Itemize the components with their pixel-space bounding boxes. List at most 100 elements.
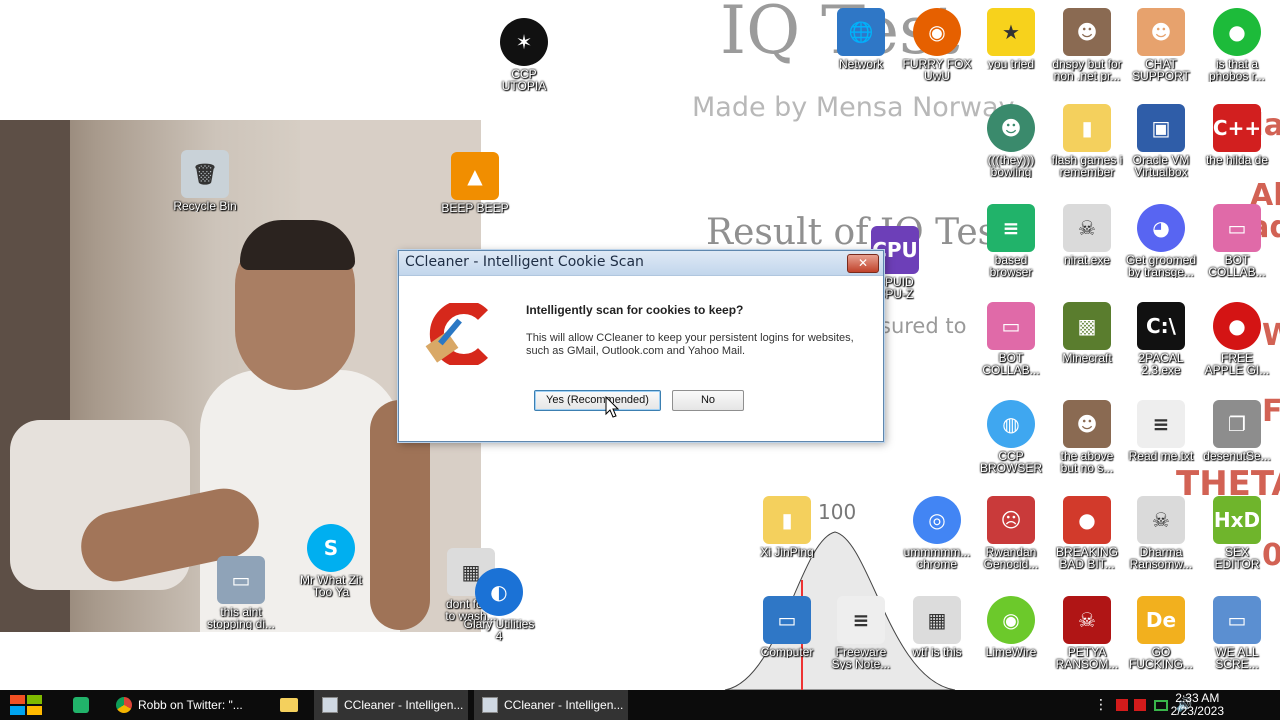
firefox-icon: ◉ [913,8,961,56]
desktop-icon[interactable]: ☹ Rwandan Genocid... [968,496,1054,570]
apple-icon: ● [1213,302,1261,350]
close-button[interactable]: ✕ [847,254,879,273]
computer-icon: ▭ [1213,596,1261,644]
desktop-icon-label: (((they))) bowling [987,154,1035,178]
desktop-icon[interactable]: ● is that a phobos r... [1194,8,1280,82]
desktop-icon[interactable]: ▭ this aint stopping di... [198,556,284,630]
skull-red-icon: ☠ [1063,596,1111,644]
dialog-question: Intelligently scan for cookies to keep? [526,303,744,317]
taskbar-button-label: CCleaner - Intelligen... [504,698,624,712]
chat-bubble-icon: ● [1213,8,1261,56]
taskbar-button-label: CCleaner - Intelligen... [344,698,464,712]
wallpaper-subtitle: Made by Mensa Norway [692,92,1015,123]
after-effects-icon: De [1137,596,1185,644]
taskbar-button-ccleaner-1[interactable]: CCleaner - Intelligen... [314,690,468,720]
document-green-icon: ≡ [987,204,1035,252]
desktop-icon[interactable]: ▮ Xi JinPing [744,496,830,558]
folder-icon: ▮ [1063,104,1111,152]
desktop-icon-label: FREE APPLE GI... [1204,352,1270,376]
ccp-utopia-icon: ✶ [500,18,548,66]
desktop-icon[interactable]: ☻ CHAT SUPPORT [1118,8,1204,82]
desktop-icon[interactable]: ☻ (((they))) bowling [968,104,1054,178]
desktop-icon-label: BEEP BEEP [441,202,509,214]
terminal-icon: C:\ [1137,302,1185,350]
desktop-icon[interactable]: ◐ Glary Utilities 4 [456,568,542,642]
desktop-icon[interactable]: ❐ desenutSe... [1194,400,1280,462]
overflow-dots-icon[interactable]: ⋮ [1094,697,1108,713]
desktop-icon[interactable]: ▲ BEEP BEEP [432,152,518,214]
desktop-icon-label: SEX EDITOR [1214,546,1260,570]
yes-recommended-button[interactable]: Yes (Recommended) [534,390,661,411]
desktop-icon[interactable]: ◕ Get groomed by transge... [1118,204,1204,278]
desktop-icon-label: CCP UTOPIA [501,68,547,92]
flag-icon[interactable] [1116,699,1128,711]
desktop-icon[interactable]: ▭ WE ALL SCRE... [1194,596,1280,670]
desktop: IQ Test Made by Mensa Norway Result of I… [0,0,1280,690]
desktop-icon[interactable]: 🌐 Network [818,8,904,70]
desktop-icon-label: Glary Utilities 4 [463,618,535,642]
text-file-icon: ≡ [1137,400,1185,448]
desktop-icon[interactable]: ★ you tried [968,8,1054,70]
desktop-icon[interactable]: HxD SEX EDITOR [1194,496,1280,570]
folder-icon: ▮ [763,496,811,544]
ccleaner-window-icon [322,697,338,713]
desktop-icon[interactable]: ≡ Freeware Sys Note... [818,596,904,670]
desktop-icon-label: based browser [989,254,1033,278]
desktop-icon[interactable]: ≡ Read me.txt [1118,400,1204,462]
desktop-icon[interactable]: ▭ BOT COLLAB... [968,302,1054,376]
discord-icon: ◕ [1137,204,1185,252]
desktop-icon[interactable]: ≡ based browser [968,204,1054,278]
vlc-icon: ▲ [451,152,499,200]
desktop-icon[interactable]: ▣ Oracle VM Virtualbox [1118,104,1204,178]
desktop-icon-label: Xi JinPing [760,546,814,558]
desktop-icon[interactable]: ● FREE APPLE GI... [1194,302,1280,376]
desktop-icon[interactable]: ✶ CCP UTOPIA [481,18,567,92]
start-button[interactable] [10,695,42,715]
desktop-icon-label: CHAT SUPPORT [1132,58,1190,82]
desktop-icon[interactable]: ☠ Dharma Ransomw... [1118,496,1204,570]
desktop-icon-label: 2PACAL 2.3.exe [1138,352,1184,376]
desktop-icon-label: desenutSe... [1203,450,1271,462]
monitor-pink-icon: ▭ [1213,204,1261,252]
browser-swirl-icon: ◍ [987,400,1035,448]
desktop-icon-label: Rwandan Genocid... [983,546,1039,570]
network-icon[interactable] [1154,699,1168,711]
desktop-icon-label: Get groomed by transge... [1125,254,1197,278]
taskbar-button-chrome[interactable]: Robb on Twitter: "... [108,690,270,720]
hxd-icon: HxD [1213,496,1261,544]
bowling-icon: ☻ [987,104,1035,152]
desktop-icon[interactable]: C++ the hilda de [1194,104,1280,166]
desktop-icon[interactable]: ◉ LimeWire [968,596,1054,658]
taskbar-clock[interactable]: 2:33 AM 2/23/2023 [1171,692,1224,718]
taskbar-file-explorer[interactable] [272,690,306,720]
taskbar-button-ccleaner-2[interactable]: CCleaner - Intelligen... [474,690,628,720]
virtualbox-icon: ▣ [1137,104,1185,152]
desktop-icon-label: BOT COLLAB... [1208,254,1266,278]
desktop-icon-label: Oracle VM Virtualbox [1132,154,1190,178]
skull-icon: ☠ [1063,204,1111,252]
text-file-icon: ≡ [837,596,885,644]
desktop-icon[interactable]: C:\ 2PACAL 2.3.exe [1118,302,1204,376]
clock-date: 2/23/2023 [1170,704,1224,718]
desktop-icon[interactable]: S Mr What Zit Too Ya [288,524,374,598]
desktop-icon[interactable]: De GO FUCKING... [1118,596,1204,670]
dialog-description: This will allow CCleaner to keep your pe… [526,332,854,357]
desktop-icon[interactable]: ◍ CCP BROWSER [968,400,1054,474]
network-icon: 🌐 [837,8,885,56]
no-button[interactable]: No [672,390,744,411]
desktop-icon-label: WE ALL SCRE... [1215,646,1259,670]
desktop-icon-label: CCP BROWSER [979,450,1042,474]
dialog-titlebar[interactable]: CCleaner - Intelligent Cookie Scan ✕ [399,251,883,276]
wallpaper-measured-text: sured to [880,314,967,338]
devcpp-icon: C++ [1213,104,1261,152]
meme-face-icon: ☹ [987,496,1035,544]
desktop-icon-label: Freeware Sys Note... [831,646,891,670]
window-app-icon: ▦ [913,596,961,644]
taskbar-pinned-green-app[interactable] [64,690,98,720]
security-flag-icon[interactable] [1134,699,1146,711]
computer-icon: ▭ [217,556,265,604]
desktop-icon-label: Recycle Bin [173,200,237,212]
desktop-icon[interactable]: 🗑 Recycle Bin [162,150,248,212]
desktop-icon[interactable]: ▭ BOT COLLAB... [1194,204,1280,278]
mouse-cursor-icon [605,396,619,418]
